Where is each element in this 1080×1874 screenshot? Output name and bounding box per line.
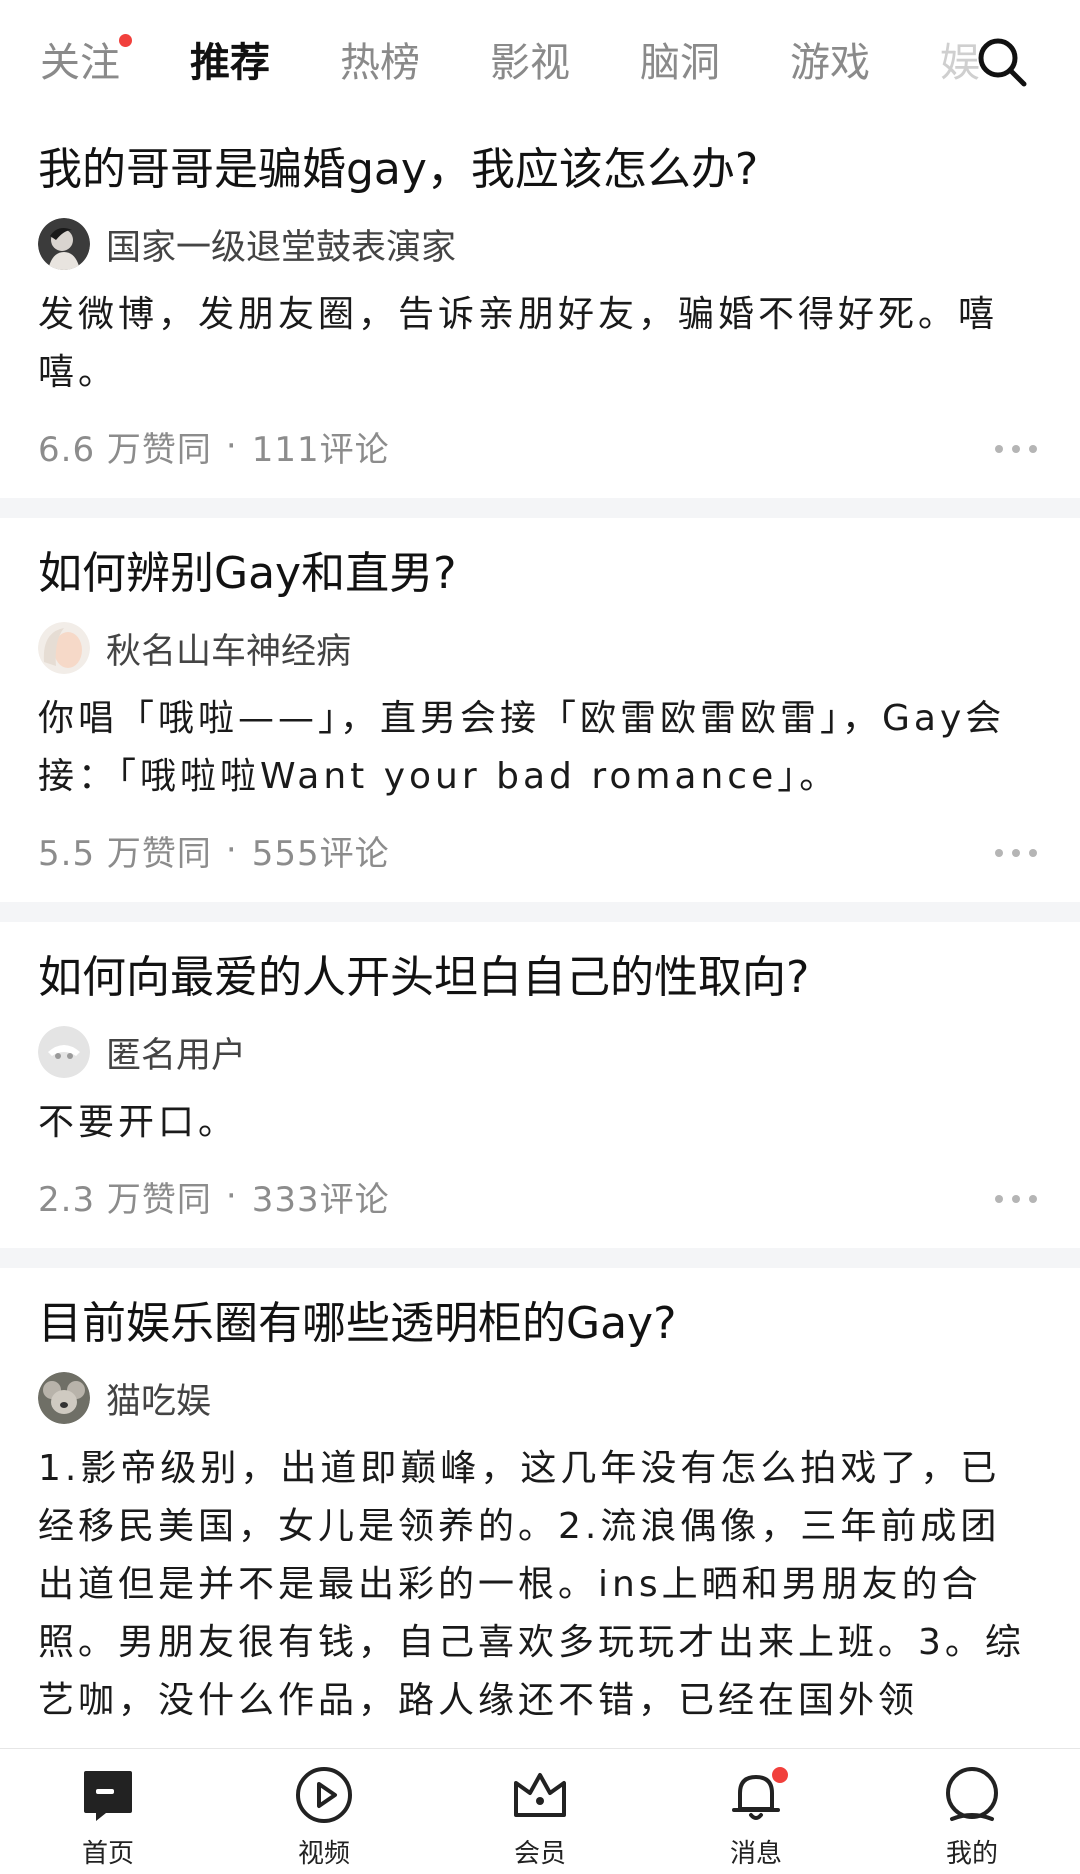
answer-excerpt[interactable]: 1.影帝级别，出道即巅峰，这几年没有怎么拍戏了，已经移民美国，女儿是领养的。2.… [38,1440,1038,1730]
answer-excerpt[interactable]: 不要开口。 [38,1094,1038,1152]
separator: · [225,1176,238,1216]
answer-stats: 6.6 万赞同 · 111评论 [38,416,1038,476]
answer-stats: 5.5 万赞同 · 555评论 [38,820,1038,880]
upvote-count: 5.5 万赞同 [38,833,212,874]
nav-label: 我的 [945,1839,998,1869]
nav-label: 会员 [513,1839,566,1869]
nav-membership[interactable]: 会员 [432,1749,648,1874]
notification-dot [772,1767,788,1783]
answer-excerpt[interactable]: 你唱「哦啦——」，直男会接「欧雷欧雷欧雷」，Gay会接：「哦啦啦Want you… [38,690,1038,806]
question-title[interactable]: 如何辨别Gay和直男? [38,542,1038,606]
avatar[interactable] [38,218,90,270]
comment-count: 555评论 [251,833,390,874]
more-options-icon[interactable] [994,848,1038,858]
tab-hot[interactable]: 热榜 [340,28,420,98]
question-title[interactable]: 目前娱乐圈有哪些透明柜的Gay? [38,1292,1038,1356]
separator: · [225,426,238,466]
feed-card[interactable]: 如何辨别Gay和直男? 秋名山车神经病 你唱「哦啦——」，直男会接「欧雷欧雷欧雷… [0,518,1080,902]
feed: 我的哥哥是骗婚gay，我应该怎么办? 国家一级退堂鼓表演家 发微博，发朋友圈，告… [0,122,1080,1748]
home-icon [84,1771,132,1821]
author-name[interactable]: 国家一级退堂鼓表演家 [106,219,456,270]
comment-count: 333评论 [251,1179,390,1220]
nav-profile[interactable]: 我的 [864,1749,1080,1874]
nav-video[interactable]: 视频 [216,1749,432,1874]
nav-messages[interactable]: 消息 [648,1749,864,1874]
tab-label: 关注 [40,40,120,86]
avatar[interactable] [38,622,90,674]
avatar[interactable] [38,1372,90,1424]
answer-excerpt[interactable]: 发微博，发朋友圈，告诉亲朋好友，骗婚不得好死。嘻嘻。 [38,286,1038,402]
nav-label: 视频 [297,1839,350,1869]
author-row[interactable]: 国家一级退堂鼓表演家 [38,212,1038,276]
bottom-nav: 首页 视频 会员 消息 我的 [0,1748,1080,1874]
tab-recommend[interactable]: 推荐 [190,28,270,98]
author-row[interactable]: 秋名山车神经病 [38,616,1038,680]
tab-label: 影视 [490,40,570,86]
avatar[interactable] [38,1026,90,1078]
answer-stats: 2.3 万赞同 · 333评论 [38,1166,1038,1226]
question-title[interactable]: 我的哥哥是骗婚gay，我应该怎么办? [38,138,1038,202]
crown-icon [514,1773,566,1817]
tab-label: 脑洞 [640,40,720,86]
tab-ideas[interactable]: 脑洞 [640,28,720,98]
tab-strip: 关注 推荐 热榜 影视 脑洞 游戏 娱 [40,28,980,98]
nav-label: 消息 [729,1839,782,1869]
comment-count: 111评论 [251,429,390,470]
author-row[interactable]: 匿名用户 [38,1020,1038,1084]
separator: · [225,830,238,870]
author-name[interactable]: 秋名山车神经病 [106,623,351,674]
feed-card[interactable]: 目前娱乐圈有哪些透明柜的Gay? 猫吃娱 1.影帝级别，出道即巅峰，这几年没有怎… [0,1268,1080,1748]
tab-follow[interactable]: 关注 [40,28,132,98]
feed-card[interactable]: 我的哥哥是骗婚gay，我应该怎么办? 国家一级退堂鼓表演家 发微博，发朋友圈，告… [0,122,1080,498]
tab-movies[interactable]: 影视 [490,28,570,98]
nav-label: 首页 [81,1839,134,1869]
tab-label: 热榜 [340,40,420,86]
notification-dot [119,34,132,47]
play-icon [296,1767,352,1823]
tab-label: 游戏 [790,40,870,86]
nav-home[interactable]: 首页 [0,1749,216,1874]
search-icon[interactable] [974,34,1030,90]
author-name[interactable]: 猫吃娱 [106,1373,211,1424]
profile-icon [946,1767,998,1821]
upvote-count: 6.6 万赞同 [38,429,212,470]
more-options-icon[interactable] [994,1194,1038,1204]
more-options-icon[interactable] [994,444,1038,454]
tab-games[interactable]: 游戏 [790,28,870,98]
question-title[interactable]: 如何向最爱的人开头坦白自己的性取向? [38,946,1038,1010]
upvote-count: 2.3 万赞同 [38,1179,212,1220]
tab-label: 推荐 [190,40,270,86]
author-name[interactable]: 匿名用户 [106,1027,246,1078]
author-row[interactable]: 猫吃娱 [38,1366,1038,1430]
top-tab-bar: 关注 推荐 热榜 影视 脑洞 游戏 娱 [0,0,1080,122]
feed-card[interactable]: 如何向最爱的人开头坦白自己的性取向? 匿名用户 不要开口。 2.3 万赞同 · … [0,922,1080,1248]
